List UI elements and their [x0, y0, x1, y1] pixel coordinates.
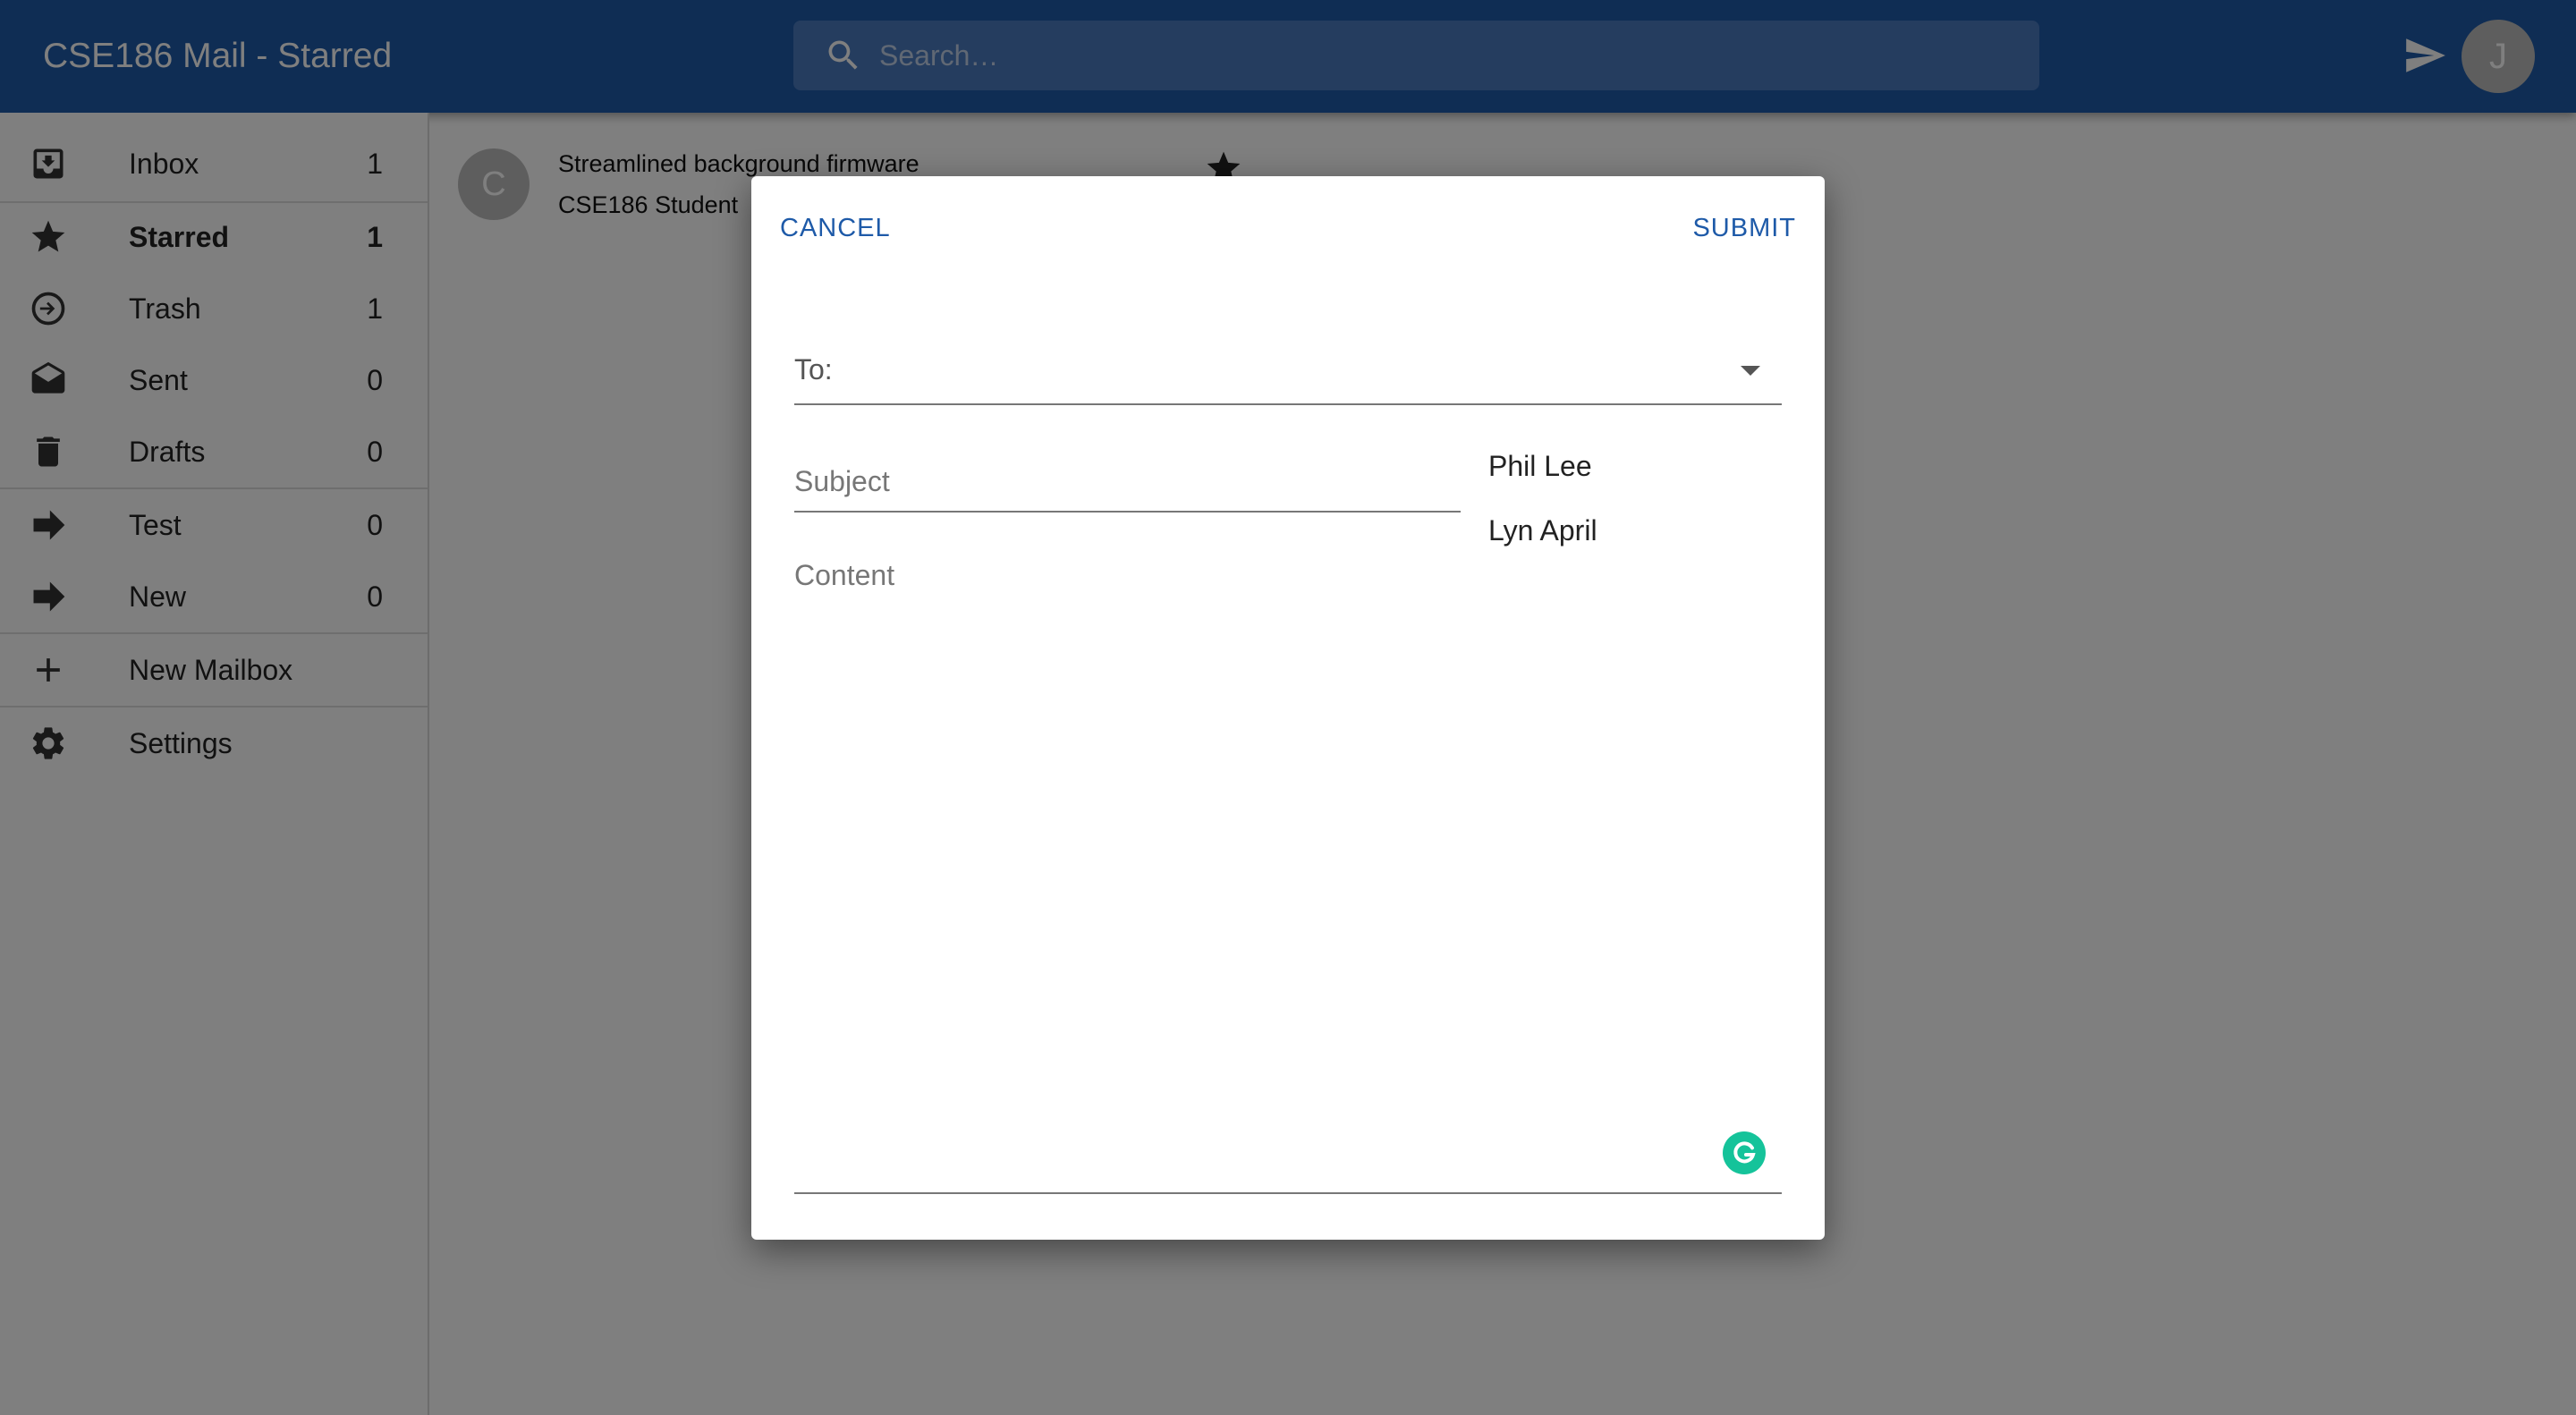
compose-dialog: CANCEL SUBMIT To: Phil Lee Lyn April [751, 176, 1825, 1240]
to-option[interactable]: Phil Lee [1488, 439, 1592, 493]
content-field[interactable] [794, 559, 1782, 1194]
cancel-button[interactable]: CANCEL [780, 203, 891, 253]
grammarly-icon[interactable] [1723, 1131, 1766, 1174]
subject-field[interactable] [794, 453, 1461, 513]
subject-input[interactable] [794, 453, 1461, 509]
to-select[interactable]: To: [794, 346, 1782, 405]
to-option[interactable]: Lyn April [1488, 504, 1597, 557]
to-label: To: [794, 353, 833, 386]
submit-button[interactable]: SUBMIT [1692, 203, 1796, 253]
content-input[interactable] [794, 559, 1782, 1185]
chevron-down-icon[interactable] [1741, 366, 1760, 376]
